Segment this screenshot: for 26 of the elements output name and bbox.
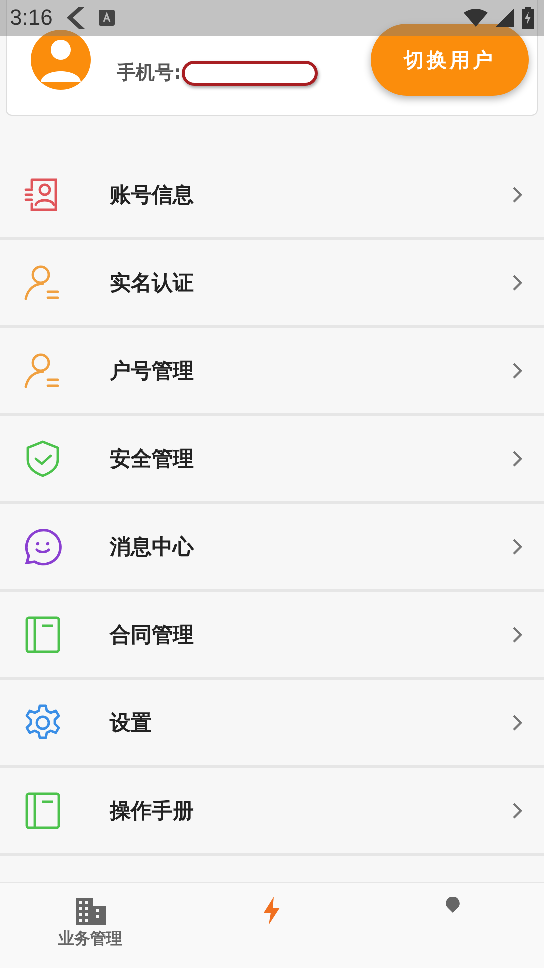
menu-item[interactable]: 消息中心: [0, 504, 544, 592]
nav-tab[interactable]: 业务管理: [0, 883, 182, 968]
chevron-right-icon: [512, 362, 524, 380]
status-time: 3:16: [10, 5, 53, 31]
lightning-icon: [262, 897, 281, 925]
building-icon: [74, 897, 107, 925]
menu-item[interactable]: 户号管理: [0, 328, 544, 416]
chevron-right-icon: [512, 626, 524, 644]
avatar-icon: [31, 30, 91, 90]
chevron-right-icon: [512, 450, 524, 468]
menu-item[interactable]: 账号信息: [0, 152, 544, 240]
menu-item[interactable]: 设置: [0, 680, 544, 768]
battery-icon: [522, 7, 534, 29]
chevron-right-icon: [512, 802, 524, 820]
menu-item[interactable]: 安全管理: [0, 416, 544, 504]
phone-label: 手机号:: [117, 61, 182, 86]
chevron-right-icon: [512, 274, 524, 292]
wifi-icon: [464, 9, 488, 27]
signal-icon: [496, 9, 514, 27]
chevron-right-icon: [512, 714, 524, 732]
menu-item[interactable]: 实名认证: [0, 240, 544, 328]
menu-item[interactable]: 操作手册: [0, 768, 544, 856]
keyboard-notification-icon: [98, 10, 115, 26]
chevron-right-icon: [512, 538, 524, 556]
menu-item[interactable]: 合同管理: [0, 592, 544, 680]
chevron-right-icon: [512, 186, 524, 204]
